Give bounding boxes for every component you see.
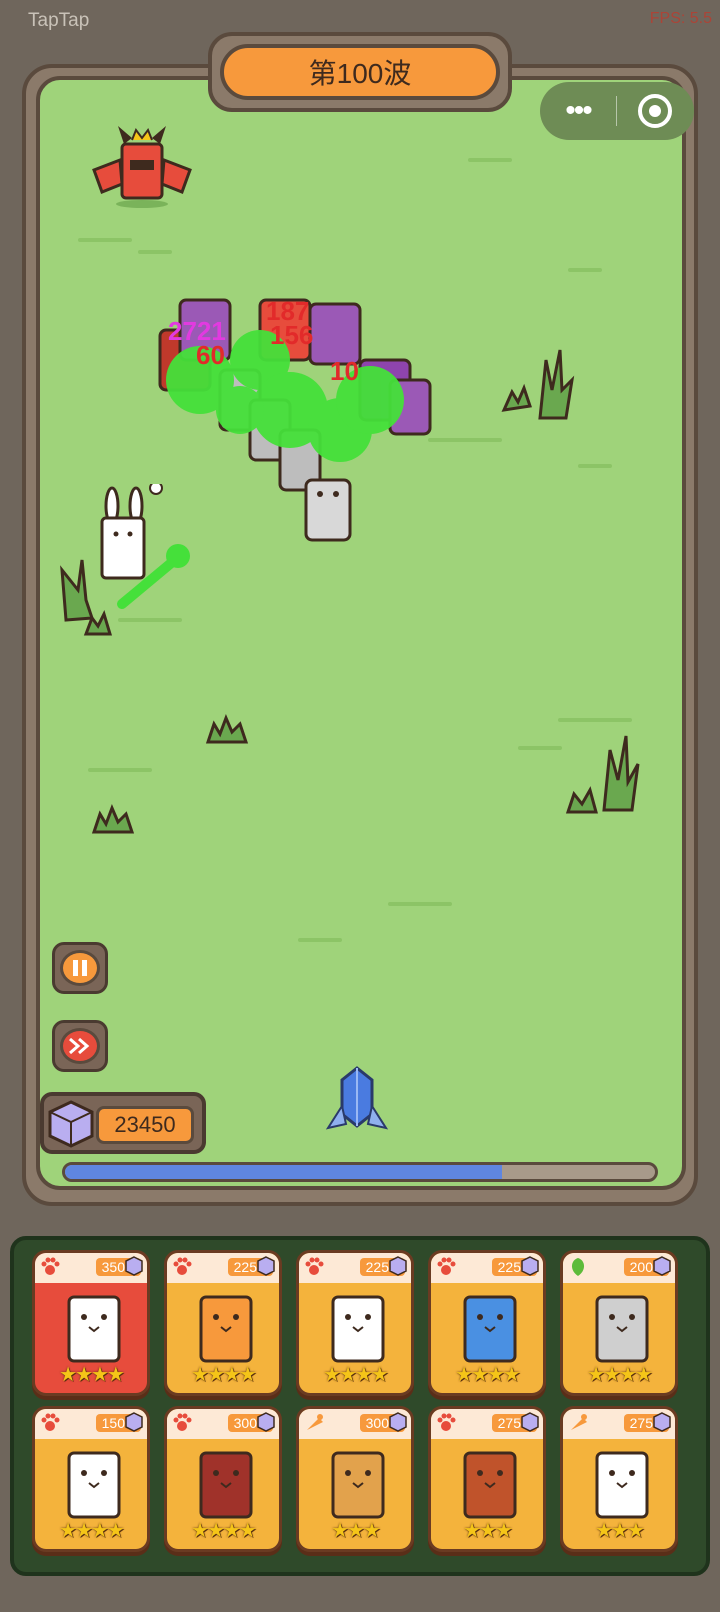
rabbit-icon <box>577 1439 665 1521</box>
fps-counter: FPS: 5.5 <box>649 10 712 27</box>
wave-label: 第100波 <box>220 44 500 100</box>
gem-cube-icon <box>48 1100 94 1148</box>
miniprogram-capsule[interactable]: ••• <box>540 82 694 140</box>
demon-boss <box>92 126 192 208</box>
gem-cube-icon <box>521 1412 539 1432</box>
grass-streaks <box>78 158 632 942</box>
paw-icon <box>171 1256 193 1278</box>
gem-cube-icon <box>653 1412 671 1432</box>
gem-cube-icon <box>257 1256 275 1276</box>
unit-card-beaver[interactable]: 300 ★★★ <box>296 1406 414 1552</box>
gem-cube-icon <box>257 1412 275 1432</box>
paw-icon <box>39 1412 61 1434</box>
tiger-icon <box>181 1283 269 1365</box>
gem-cube-icon <box>653 1256 671 1276</box>
horse-icon <box>181 1439 269 1521</box>
more-menu-button[interactable]: ••• <box>540 96 616 126</box>
app-name: TapTap <box>28 10 90 31</box>
pause-icon <box>73 960 87 976</box>
carrot-icon <box>567 1412 589 1434</box>
paw-icon <box>171 1412 193 1434</box>
snow-leopard-icon <box>577 1283 665 1365</box>
unit-card-red-panda[interactable]: 275 ★★★ <box>428 1406 546 1552</box>
damage-number: 60 <box>196 340 225 370</box>
unit-card-white-tiger[interactable]: 350 ★★★★ <box>32 1250 150 1396</box>
crystal-core <box>325 1066 389 1130</box>
speed-button[interactable] <box>52 1020 108 1072</box>
rabbit-defender[interactable] <box>92 484 222 614</box>
frog-icon <box>49 1439 137 1521</box>
card-stars: ★★★★ <box>59 1520 125 1542</box>
damage-number: 10 <box>330 356 359 386</box>
panda-icon <box>313 1283 401 1365</box>
close-miniprogram-button[interactable] <box>617 94 693 128</box>
card-stars: ★★★★ <box>191 1520 257 1542</box>
gem-counter: 23450 <box>40 1092 206 1154</box>
card-stars: ★★★★ <box>323 1364 389 1386</box>
carrot-icon <box>303 1412 325 1434</box>
wave-progress-bar <box>62 1162 658 1182</box>
wave-header: 第100波 <box>208 32 512 112</box>
leaf-icon <box>567 1256 589 1278</box>
wave-progress-fill <box>65 1165 502 1179</box>
unit-card-frog[interactable]: 150 ★★★★ <box>32 1406 150 1552</box>
gem-cube-icon <box>389 1256 407 1276</box>
gem-cube-icon <box>125 1256 143 1276</box>
card-stars: ★★★ <box>595 1520 645 1542</box>
unit-card-rabbit[interactable]: 275 ★★★ <box>560 1406 678 1552</box>
fast-forward-icon <box>69 1037 90 1055</box>
card-stars: ★★★★ <box>587 1364 653 1386</box>
beaver-icon <box>313 1439 401 1521</box>
record-circle-icon <box>638 94 672 128</box>
card-stars: ★★★ <box>331 1520 381 1542</box>
paw-icon <box>435 1256 457 1278</box>
unit-card-horse[interactable]: 300 ★★★★ <box>164 1406 282 1552</box>
paw-icon <box>303 1256 325 1278</box>
damage-number: 156 <box>270 320 314 350</box>
unit-card-shark[interactable]: 225 ★★★★ <box>428 1250 546 1396</box>
pause-button[interactable] <box>52 942 108 994</box>
gem-cube-icon <box>125 1412 143 1432</box>
gem-cube-icon <box>389 1412 407 1432</box>
red-panda-icon <box>445 1439 533 1521</box>
paw-icon <box>39 1256 61 1278</box>
card-stars: ★★★★ <box>191 1364 257 1386</box>
gem-count: 23450 <box>96 1106 194 1144</box>
white-tiger-icon <box>49 1283 137 1365</box>
unit-card-tiger[interactable]: 225 ★★★★ <box>164 1250 282 1396</box>
paw-icon <box>435 1412 457 1434</box>
unit-card-tray: 350 ★★★★ 225 ★★★★ 225 ★★★★ 225 ★★★★ 200 ★★★★ 150 ★★… <box>10 1236 710 1576</box>
card-stars: ★★★ <box>463 1520 513 1542</box>
unit-card-panda[interactable]: 225 ★★★★ <box>296 1250 414 1396</box>
card-stars: ★★★★ <box>455 1364 521 1386</box>
card-stars: ★★★★ <box>59 1364 125 1386</box>
unit-card-snow-leopard[interactable]: 200 ★★★★ <box>560 1250 678 1396</box>
gem-cube-icon <box>521 1256 539 1276</box>
shark-icon <box>445 1283 533 1365</box>
battlefield[interactable]: 187 156 2721 10 60 <box>36 76 686 1190</box>
